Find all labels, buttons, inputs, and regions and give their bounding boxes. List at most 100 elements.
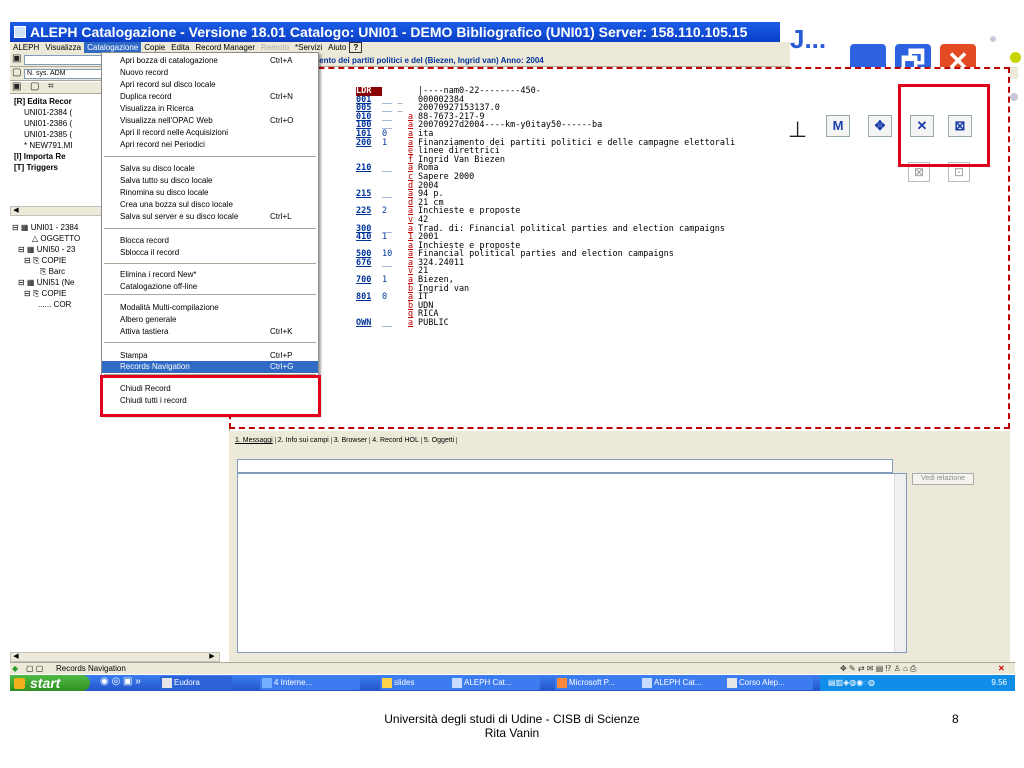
- marc-field[interactable]: OWN __ a PUBLIC: [356, 319, 735, 328]
- disabled-doc-icon: ⊠: [913, 165, 925, 179]
- tree-struct-icon[interactable]: ⊥: [788, 117, 807, 143]
- tree-item[interactable]: UNI01-2384 (: [10, 107, 72, 118]
- slide-footer: Università degli studi di Udine - CISB d…: [362, 712, 662, 740]
- menu-item-rinomina-su-disco-locale[interactable]: Rinomina su disco locale: [102, 187, 318, 199]
- slide-bullet-gray-small: [990, 36, 996, 42]
- tab-2[interactable]: 2. Info sui campi: [275, 437, 332, 444]
- toolbar-input[interactable]: [24, 55, 104, 65]
- marc-indicators: 1: [382, 232, 388, 243]
- tree-item[interactable]: [T] Triggers: [10, 162, 72, 173]
- marc-tag: 801: [356, 292, 372, 303]
- record-tree-item[interactable]: ⊟ ▦ UNI51 (Ne: [10, 277, 80, 288]
- menu-item-visualizza-nell-opac-web[interactable]: Visualizza nell'OPAC Web Ctrl+O: [102, 115, 318, 127]
- menu-item-label: Attiva tastiera: [120, 327, 169, 336]
- tree-item[interactable]: * NEW791.MI: [10, 140, 72, 151]
- quicklaunch-icons[interactable]: ◉ ◎ ▣ »: [100, 676, 141, 687]
- marc-record: LDR |----nam0-22--------450- 001 __ _ 000002…: [356, 87, 735, 328]
- menu-item-shortcut: Ctrl+L: [270, 212, 292, 221]
- taskbar-button-label: ALEPH Cat...: [654, 678, 702, 687]
- menu-item-label: Duplica record: [120, 92, 172, 101]
- menu-item-apri-il-record-nelle-acquisizioni[interactable]: Apri il record nelle Acquisizioni: [102, 127, 318, 139]
- tree-item[interactable]: [I] Importa Re: [10, 151, 72, 162]
- record-tree: ⊟ ▦ UNI01 - 2384 △ OGGETTO ⊟ ▦ UNI50 - 23 ⊟…: [10, 222, 80, 310]
- taskbar-app-icon: [162, 678, 172, 688]
- menu-item-modalita-multi-compilazione[interactable]: Modalità Multi-compilazione: [102, 302, 318, 314]
- menu-separator: [104, 228, 316, 229]
- taskbar-button[interactable]: ALEPH Cat...: [450, 676, 540, 690]
- record-tree-item[interactable]: ⎘ Barc: [10, 266, 80, 277]
- status-tray-icons: ✥ ✎ ⇄ ✉ ▤ ⁉ ♙ ⌂ ⎙: [840, 664, 917, 673]
- start-button[interactable]: start: [10, 675, 90, 691]
- menu-item-apri-record-sul-disco-locale[interactable]: Apri record sul disco locale: [102, 79, 318, 91]
- catalogazione-menu: Apri bozza di catalogazione Ctrl+A Nuovo r…: [101, 52, 319, 415]
- menu-item-salva-tutto-su-disco-locale[interactable]: Salva tutto su disco locale: [102, 175, 318, 187]
- tab-3[interactable]: 3. Browser: [331, 437, 371, 444]
- message-area[interactable]: [237, 473, 907, 653]
- marc-field[interactable]: 001 __ _ 000002384: [356, 95, 735, 105]
- marc-tag: 225: [356, 206, 372, 217]
- record-tree-item[interactable]: ⊟ ⎘ COPIE: [10, 255, 80, 266]
- taskbar-button[interactable]: ALEPH Cat...: [640, 676, 730, 690]
- taskbar-button[interactable]: 4 Interne...: [260, 676, 360, 690]
- menu-item-salva-su-disco-locale[interactable]: Salva su disco locale: [102, 163, 318, 175]
- tab-5[interactable]: 5. Oggetti: [421, 437, 458, 444]
- record-tree-item[interactable]: ...... COR: [10, 299, 80, 310]
- taskbar-button[interactable]: Eudora: [160, 676, 232, 690]
- menu-visualizza[interactable]: Visualizza: [42, 42, 84, 53]
- message-field[interactable]: [237, 459, 893, 473]
- menu-item-label: Sblocca il record: [120, 248, 180, 257]
- status-close-icon[interactable]: ✕: [998, 663, 1005, 674]
- tree-item[interactable]: [R] Edita Recor: [10, 96, 72, 107]
- menu-item-apri-record-nei-periodici[interactable]: Apri record nei Periodici: [102, 139, 318, 151]
- menu-item-blocca-record[interactable]: Blocca record: [102, 235, 318, 247]
- menu-item-duplica-record[interactable]: Duplica record Ctrl+N: [102, 91, 318, 103]
- menu-item-label: Salva tutto su disco locale: [120, 176, 213, 185]
- tree-item[interactable]: UNI01-2386 (: [10, 118, 72, 129]
- taskbar-button[interactable]: Corso Alep...: [725, 676, 813, 690]
- record-tree-item[interactable]: ⊟ ▦ UNI01 - 2384: [10, 222, 80, 233]
- taskbar-button-label: Corso Alep...: [739, 678, 785, 687]
- record-tree-item[interactable]: △ OGGETTO: [10, 233, 80, 244]
- menu-item-sblocca-il-record[interactable]: Sblocca il record: [102, 247, 318, 259]
- menu-item-attiva-tastiera[interactable]: Attiva tastiera Ctrl+K: [102, 326, 318, 338]
- menu-item-apri-bozza-di-catalogazione[interactable]: Apri bozza di catalogazione Ctrl+A: [102, 55, 318, 67]
- vedi-relazione-button[interactable]: Vedi relazione: [912, 473, 974, 485]
- marc-field[interactable]: LDR |----nam0-22--------450-: [356, 87, 735, 96]
- message-scrollbar[interactable]: [894, 474, 906, 652]
- binoculars-icon[interactable]: ⌗: [48, 81, 54, 92]
- taskbar-button[interactable]: Microsoft P...: [555, 676, 645, 690]
- scroll-left-icon[interactable]: ◀: [11, 207, 21, 215]
- scroll-left-icon[interactable]: ◀: [11, 653, 21, 661]
- tree-icon[interactable]: ▣: [12, 81, 21, 92]
- taskbar-button-label: 4 Interne...: [274, 678, 313, 687]
- slide-bullet-yellow: [1010, 52, 1021, 63]
- menu-[interactable]: ?: [349, 42, 363, 53]
- menu-item-visualizza-in-ricerca[interactable]: Visualizza in Ricerca: [102, 103, 318, 115]
- document-icon[interactable]: ▢: [12, 67, 21, 78]
- menu-item-elimina-i-record-new[interactable]: Elimina i record New*: [102, 269, 318, 281]
- marc-indicators: __: [382, 318, 393, 329]
- menu-item-label: Salva sul server e su disco locale: [120, 212, 239, 221]
- doc-icon[interactable]: ▢: [30, 81, 39, 92]
- menu-item-salva-sul-server-e-su-disco-locale[interactable]: Salva sul server e su disco locale Ctrl+L: [102, 211, 318, 223]
- marc-tag: 676: [356, 257, 372, 268]
- record-tree-item[interactable]: ⊟ ⎘ COPIE: [10, 288, 80, 299]
- menu-item-crea-una-bozza-sul-disco-locale[interactable]: Crea una bozza sul disco locale: [102, 199, 318, 211]
- menu-item-albero-generale[interactable]: Albero generale: [102, 314, 318, 326]
- tree-item[interactable]: UNI01-2385 (: [10, 129, 72, 140]
- menu-item-nuovo-record[interactable]: Nuovo record: [102, 67, 318, 79]
- menu-item-label: Visualizza nell'OPAC Web: [120, 116, 213, 125]
- menu-aiuto[interactable]: Aiuto: [325, 42, 349, 53]
- binoculars-tool-button[interactable]: M: [826, 115, 850, 137]
- navigate-tool-button[interactable]: ✥: [868, 115, 892, 137]
- scroll-right-icon[interactable]: ▶: [207, 653, 217, 661]
- lower-tree-scrollbar[interactable]: ◀ ▶: [10, 652, 220, 662]
- menu-item-records-navigation[interactable]: Records Navigation Ctrl+G: [102, 361, 318, 373]
- menu-aleph[interactable]: ALEPH: [10, 42, 42, 53]
- toolbar-icon[interactable]: ▣: [12, 53, 21, 64]
- tab-4[interactable]: 4. Record HOL: [370, 437, 422, 444]
- menu-item-catalogazione-off-line[interactable]: Catalogazione off-line: [102, 281, 318, 293]
- tab-1[interactable]: 1. Messaggi: [233, 437, 276, 444]
- taskbar-app-icon: [262, 678, 272, 688]
- record-tree-item[interactable]: ⊟ ▦ UNI50 - 23: [10, 244, 80, 255]
